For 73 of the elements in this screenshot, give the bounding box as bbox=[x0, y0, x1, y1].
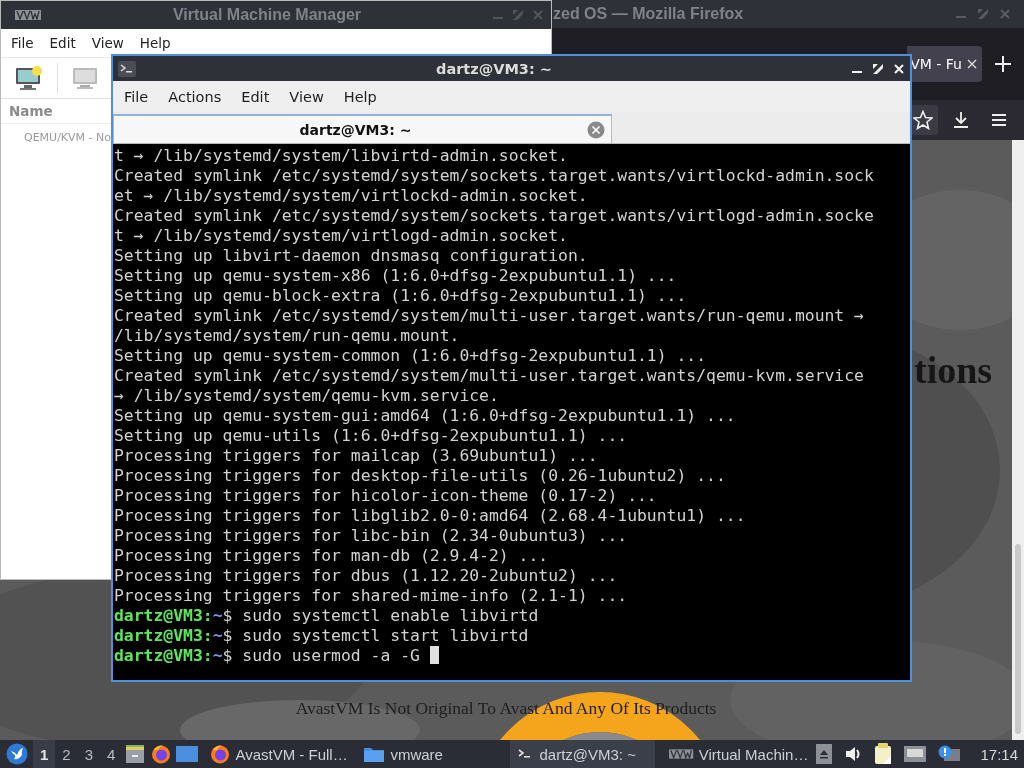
terminal-line: Setting up qemu-system-x86 (1:6.0+dfsg-2expubuntu1.1) ... bbox=[114, 266, 678, 286]
file-cabinet-icon bbox=[125, 744, 146, 764]
terminal-line: Setting up libvirt-daemon dnsmasq configuration. bbox=[114, 246, 589, 266]
terminal-line: dartz@VM3:~$ sudo systemctl start libvirtd bbox=[114, 626, 530, 646]
bird-logo-icon bbox=[6, 743, 28, 765]
window-title: Virtual Machine Manager bbox=[171, 6, 363, 24]
terminal-line: Setting up qemu-utils (1:6.0+dfsg-2expubuntu1.1) ... bbox=[114, 426, 629, 446]
terminal-line: Processing triggers for libc-bin (2.34-0ubuntu3) ... bbox=[114, 526, 629, 546]
taskbar-task[interactable]: AvastVM - Full… bbox=[204, 740, 350, 768]
terminal-icon bbox=[118, 60, 136, 77]
scrollbar[interactable] bbox=[1012, 140, 1024, 740]
terminal-line: Processing triggers for shared-mime-info (2.1-1) ... bbox=[114, 586, 629, 606]
window-title: zed OS — Mozilla Firefox bbox=[553, 5, 744, 23]
terminal-line: Created symlink /etc/systemd/system/sockets.target.wants/virtlockd-admin.sock bbox=[114, 166, 875, 186]
menu-item[interactable]: View bbox=[85, 33, 130, 53]
window-title: dartz@VM3: ~ bbox=[435, 60, 553, 77]
taskbar-task[interactable]: vmware bbox=[357, 740, 503, 768]
terminal-tab[interactable]: dartz@VM3: ~ bbox=[113, 114, 612, 143]
workspace-button[interactable]: 1 bbox=[33, 740, 56, 768]
menu-item[interactable]: Help bbox=[133, 33, 177, 53]
terminal-line: Processing triggers for desktop-file-utils (0.26-1ubuntu2) ... bbox=[114, 466, 727, 486]
terminal-line: t → /lib/systemd/system/virtlogd-admin.socket. bbox=[114, 226, 569, 246]
new-vm-icon[interactable] bbox=[15, 65, 43, 91]
vm-logo-icon bbox=[669, 748, 694, 760]
notification-icon[interactable] bbox=[938, 745, 961, 763]
terminal-line: Setting up qemu-system-gui:amd64 (1:6.0+dfsg-2expubuntu1.1) ... bbox=[114, 406, 737, 426]
page-heading: tions bbox=[914, 348, 993, 392]
workspace-button[interactable]: 2 bbox=[55, 740, 78, 768]
menu-item[interactable]: File bbox=[116, 86, 157, 107]
menu-item[interactable]: Edit bbox=[43, 33, 82, 53]
network-icon[interactable] bbox=[904, 746, 927, 762]
terminal-line: Processing triggers for man-db (2.9.4-2) ... bbox=[114, 546, 550, 566]
eject-icon[interactable] bbox=[816, 744, 833, 764]
terminal-line: Created symlink /etc/systemd/system/sockets.target.wants/virtlogd-admin.socke bbox=[114, 206, 875, 226]
window-icon bbox=[176, 745, 199, 763]
firefox-icon bbox=[151, 744, 172, 764]
terminal-line: Processing triggers for mailcap (3.69ubuntu1) ... bbox=[114, 446, 599, 466]
terminal-line: → /lib/systemd/system/qemu-kvm.service. bbox=[114, 386, 500, 406]
vm-logo-icon bbox=[15, 9, 41, 21]
terminal-line: Processing triggers for dbus (1.12.20-2ubuntu2) ... bbox=[114, 566, 619, 586]
terminal-line: dartz@VM3:~$ sudo usermod -a -G bbox=[114, 646, 910, 666]
clock[interactable]: 17:14 bbox=[980, 745, 1018, 763]
maximize-icon[interactable] bbox=[873, 63, 883, 74]
new-tab-button[interactable] bbox=[993, 54, 1013, 74]
footer-text: AvastVM Is Not Original To Avast And Any Of Its Products bbox=[295, 698, 717, 718]
taskbar-task[interactable]: dartz@VM3: ~ bbox=[510, 740, 656, 768]
clipboard-icon[interactable] bbox=[874, 743, 893, 765]
close-icon[interactable] bbox=[967, 59, 977, 69]
menu-item[interactable]: View bbox=[281, 86, 332, 107]
terminal-line: Setting up qemu-block-extra (1:6.0+dfsg-2expubuntu1.1) ... bbox=[114, 286, 688, 306]
star-icon bbox=[913, 110, 933, 130]
terminal-line: Processing triggers for libglib2.0-0:amd64 (2.68.4-1ubuntu1) ... bbox=[114, 506, 747, 526]
menu-item[interactable]: Help bbox=[335, 86, 385, 107]
terminal-line: dartz@VM3:~$ sudo systemctl enable libvirtd bbox=[114, 606, 540, 626]
plus-icon bbox=[993, 54, 1013, 74]
browser-tab[interactable]: VM - Fu bbox=[907, 46, 982, 82]
terminal-line: Processing triggers for hicolor-icon-theme (0.17-2) ... bbox=[114, 486, 658, 506]
close-tab-icon[interactable] bbox=[587, 120, 605, 139]
terminal-line: et → /lib/systemd/system/virtlockd-admin.socket. bbox=[114, 186, 589, 206]
taskbar-task[interactable]: Virtual Machin… bbox=[663, 740, 809, 768]
terminal-line: Created symlink /etc/systemd/system/multi-user.target.wants/run-qemu.mount → bbox=[114, 306, 865, 326]
download-icon bbox=[951, 110, 971, 130]
workspace-button[interactable]: 3 bbox=[77, 740, 100, 768]
folder-icon bbox=[363, 745, 386, 763]
firefox-icon bbox=[210, 744, 231, 764]
menu-item[interactable]: Edit bbox=[233, 86, 278, 107]
terminal-line: Setting up qemu-system-common (1:6.0+dfsg-2expubuntu1.1) ... bbox=[114, 346, 708, 366]
menu-item[interactable]: File bbox=[5, 33, 40, 53]
terminal-line: Created symlink /etc/systemd/system/multi-user.target.wants/qemu-kvm.service bbox=[114, 366, 865, 386]
terminal-line: t → /lib/systemd/system/libvirtd-admin.socket. bbox=[114, 146, 569, 166]
menu-item[interactable]: Actions bbox=[160, 86, 230, 107]
workspace-button[interactable]: 4 bbox=[100, 740, 123, 768]
terminal-line: /lib/systemd/system/run-qemu.mount. bbox=[114, 326, 461, 346]
